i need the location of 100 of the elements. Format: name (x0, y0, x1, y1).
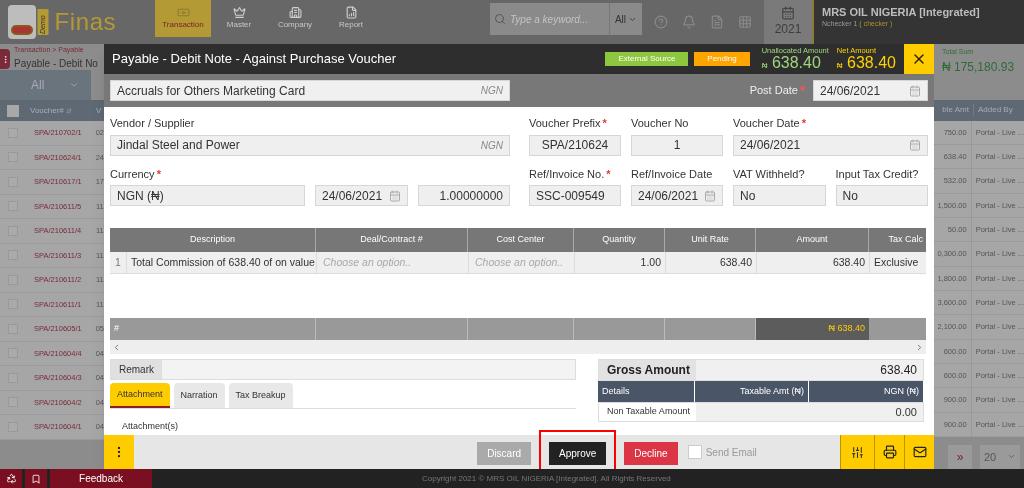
app-logo: Finas (54, 7, 117, 37)
input-field[interactable]: No (733, 185, 826, 206)
table-cell[interactable]: Exclusive (869, 252, 927, 273)
column-header: Quantity (602, 233, 636, 247)
page-title: Payable - Debit No (14, 56, 99, 71)
column-header[interactable]: Voucher# (30, 104, 64, 117)
row-number: 1 (114, 254, 122, 270)
field-label: Ref/Invoice Date (631, 166, 713, 182)
amount-value: ₦ 638.40 (836, 54, 896, 71)
select-field[interactable]: Choose an option.. (468, 252, 574, 273)
field-label: Ref/Invoice No. (529, 166, 605, 182)
calendar-icon (909, 139, 921, 151)
column-header[interactable]: Added By (974, 104, 1013, 117)
page-size-select[interactable]: 20 (980, 445, 1020, 469)
input-field[interactable]: SPA/210624 (529, 134, 621, 156)
chevron-down-icon (69, 80, 79, 90)
building-icon (288, 6, 302, 19)
input-field[interactable]: NGN (₦) (110, 185, 305, 206)
tab[interactable]: Tax Breakup (228, 383, 293, 408)
calendar-icon (704, 189, 716, 202)
table-cell[interactable]: 1.00 (574, 252, 665, 273)
table-cell-text: Non Taxable Amount (606, 405, 691, 419)
table-cell[interactable]: 638.40 (665, 252, 756, 273)
sort-icon[interactable] (65, 107, 72, 114)
column-header: Tax Calc (888, 233, 923, 247)
input-field[interactable]: Jindal Steel and Power NGN (110, 134, 510, 156)
required-mark: * (799, 82, 805, 98)
close-button[interactable] (904, 44, 934, 74)
attachment-label: Attachment(s) (122, 421, 179, 431)
horizontal-scrollbar[interactable] (110, 340, 926, 354)
chevron-right-icon[interactable] (915, 342, 924, 352)
crown-icon (232, 6, 246, 19)
select-field[interactable]: Choose an option.. (316, 252, 468, 273)
nav-tab[interactable]: Report (323, 0, 379, 37)
field-label: Vendor / Supplier (110, 116, 195, 131)
required-mark: * (602, 117, 607, 129)
input-field[interactable]: No (835, 185, 928, 206)
field-label: Post Date (749, 83, 798, 99)
required-mark: * (606, 167, 611, 180)
nav-tab[interactable]: Transaction (155, 0, 211, 37)
mail-button[interactable] (904, 435, 934, 469)
banknote-icon (176, 6, 190, 19)
gross-amount-label: Gross Amount (599, 360, 696, 380)
action-button[interactable]: Approve (549, 441, 607, 465)
help-icon[interactable] (654, 15, 668, 29)
nav-tab[interactable]: Master (211, 0, 267, 37)
calendar-icon (909, 84, 921, 97)
print-icon (882, 445, 897, 459)
tab[interactable]: Attachment (110, 383, 170, 408)
date-field[interactable]: 24/06/2021 (733, 134, 928, 156)
action-button[interactable]: Decline (624, 441, 678, 465)
bookmark-button[interactable] (25, 469, 47, 488)
field-label: Currency (110, 166, 155, 182)
chevron-left-icon[interactable] (112, 342, 121, 352)
nav-tab[interactable]: Company (267, 0, 323, 37)
print-button[interactable] (874, 435, 904, 469)
logo-drawing (8, 5, 36, 39)
action-button[interactable]: Discard (477, 441, 532, 465)
recycle-button[interactable] (0, 469, 22, 488)
column-header: NGN (₦) (884, 384, 919, 398)
company-name: MRS OIL NIGERIA [Integrated] (822, 5, 981, 19)
table-cell[interactable]: 638.40 (756, 252, 869, 273)
gross-amount-value: 638.40 (879, 362, 918, 379)
settings-button[interactable] (840, 435, 874, 469)
more-button[interactable] (104, 435, 134, 469)
column-header: Description (190, 233, 235, 247)
date-field[interactable]: 24/06/2021 (315, 185, 408, 206)
column-header: Unit Rate (691, 233, 729, 247)
grid-icon[interactable] (738, 15, 752, 29)
bookmark-icon (31, 473, 41, 484)
status-badge: External Source (605, 52, 689, 66)
date-field[interactable]: 24/06/2021 (631, 185, 723, 206)
column-header[interactable]: V (92, 104, 102, 117)
recycle-icon (5, 473, 17, 484)
bell-icon[interactable] (682, 15, 696, 29)
input-field[interactable]: Accruals for Others Marketing Card NGN (110, 80, 510, 101)
column-header[interactable]: ble Amt (942, 105, 969, 115)
date-field[interactable]: 24/06/2021 (813, 80, 928, 101)
calendar-icon (389, 189, 401, 202)
side-menu-button[interactable] (0, 49, 10, 69)
required-mark: * (156, 167, 161, 180)
field-label: Input Tax Credit? (835, 166, 919, 182)
dialog-title: Payable - Debit Note - Against Purchase Voucher (112, 50, 397, 69)
field-label: Voucher Date (733, 116, 800, 131)
table-cell[interactable]: Total Commission of 638.40 of on value (126, 252, 316, 273)
copyright-text: Copyright 2021 © MRS OIL NIGERIA [Integrated]. All Rights Reserved (422, 472, 671, 485)
input-field[interactable]: 1 (631, 134, 723, 156)
input-field[interactable]: 1.00000000 (418, 185, 510, 206)
table-cell: 0.00 (810, 403, 923, 421)
checkbox[interactable] (687, 445, 702, 459)
next-page-button[interactable]: » (948, 445, 972, 469)
checkbox[interactable] (7, 104, 19, 117)
document-icon[interactable] (710, 15, 724, 29)
year-selector[interactable]: 2021 (764, 0, 812, 44)
total-amount: ₦ 638.40 (756, 318, 869, 340)
input-field[interactable]: SSC-009549 (529, 185, 621, 206)
feedback-button[interactable]: Feedback (50, 469, 152, 488)
tab[interactable]: Narration (173, 383, 225, 408)
field-label: VAT Withheld? (733, 166, 805, 182)
filter-dropdown[interactable]: All (0, 70, 91, 100)
